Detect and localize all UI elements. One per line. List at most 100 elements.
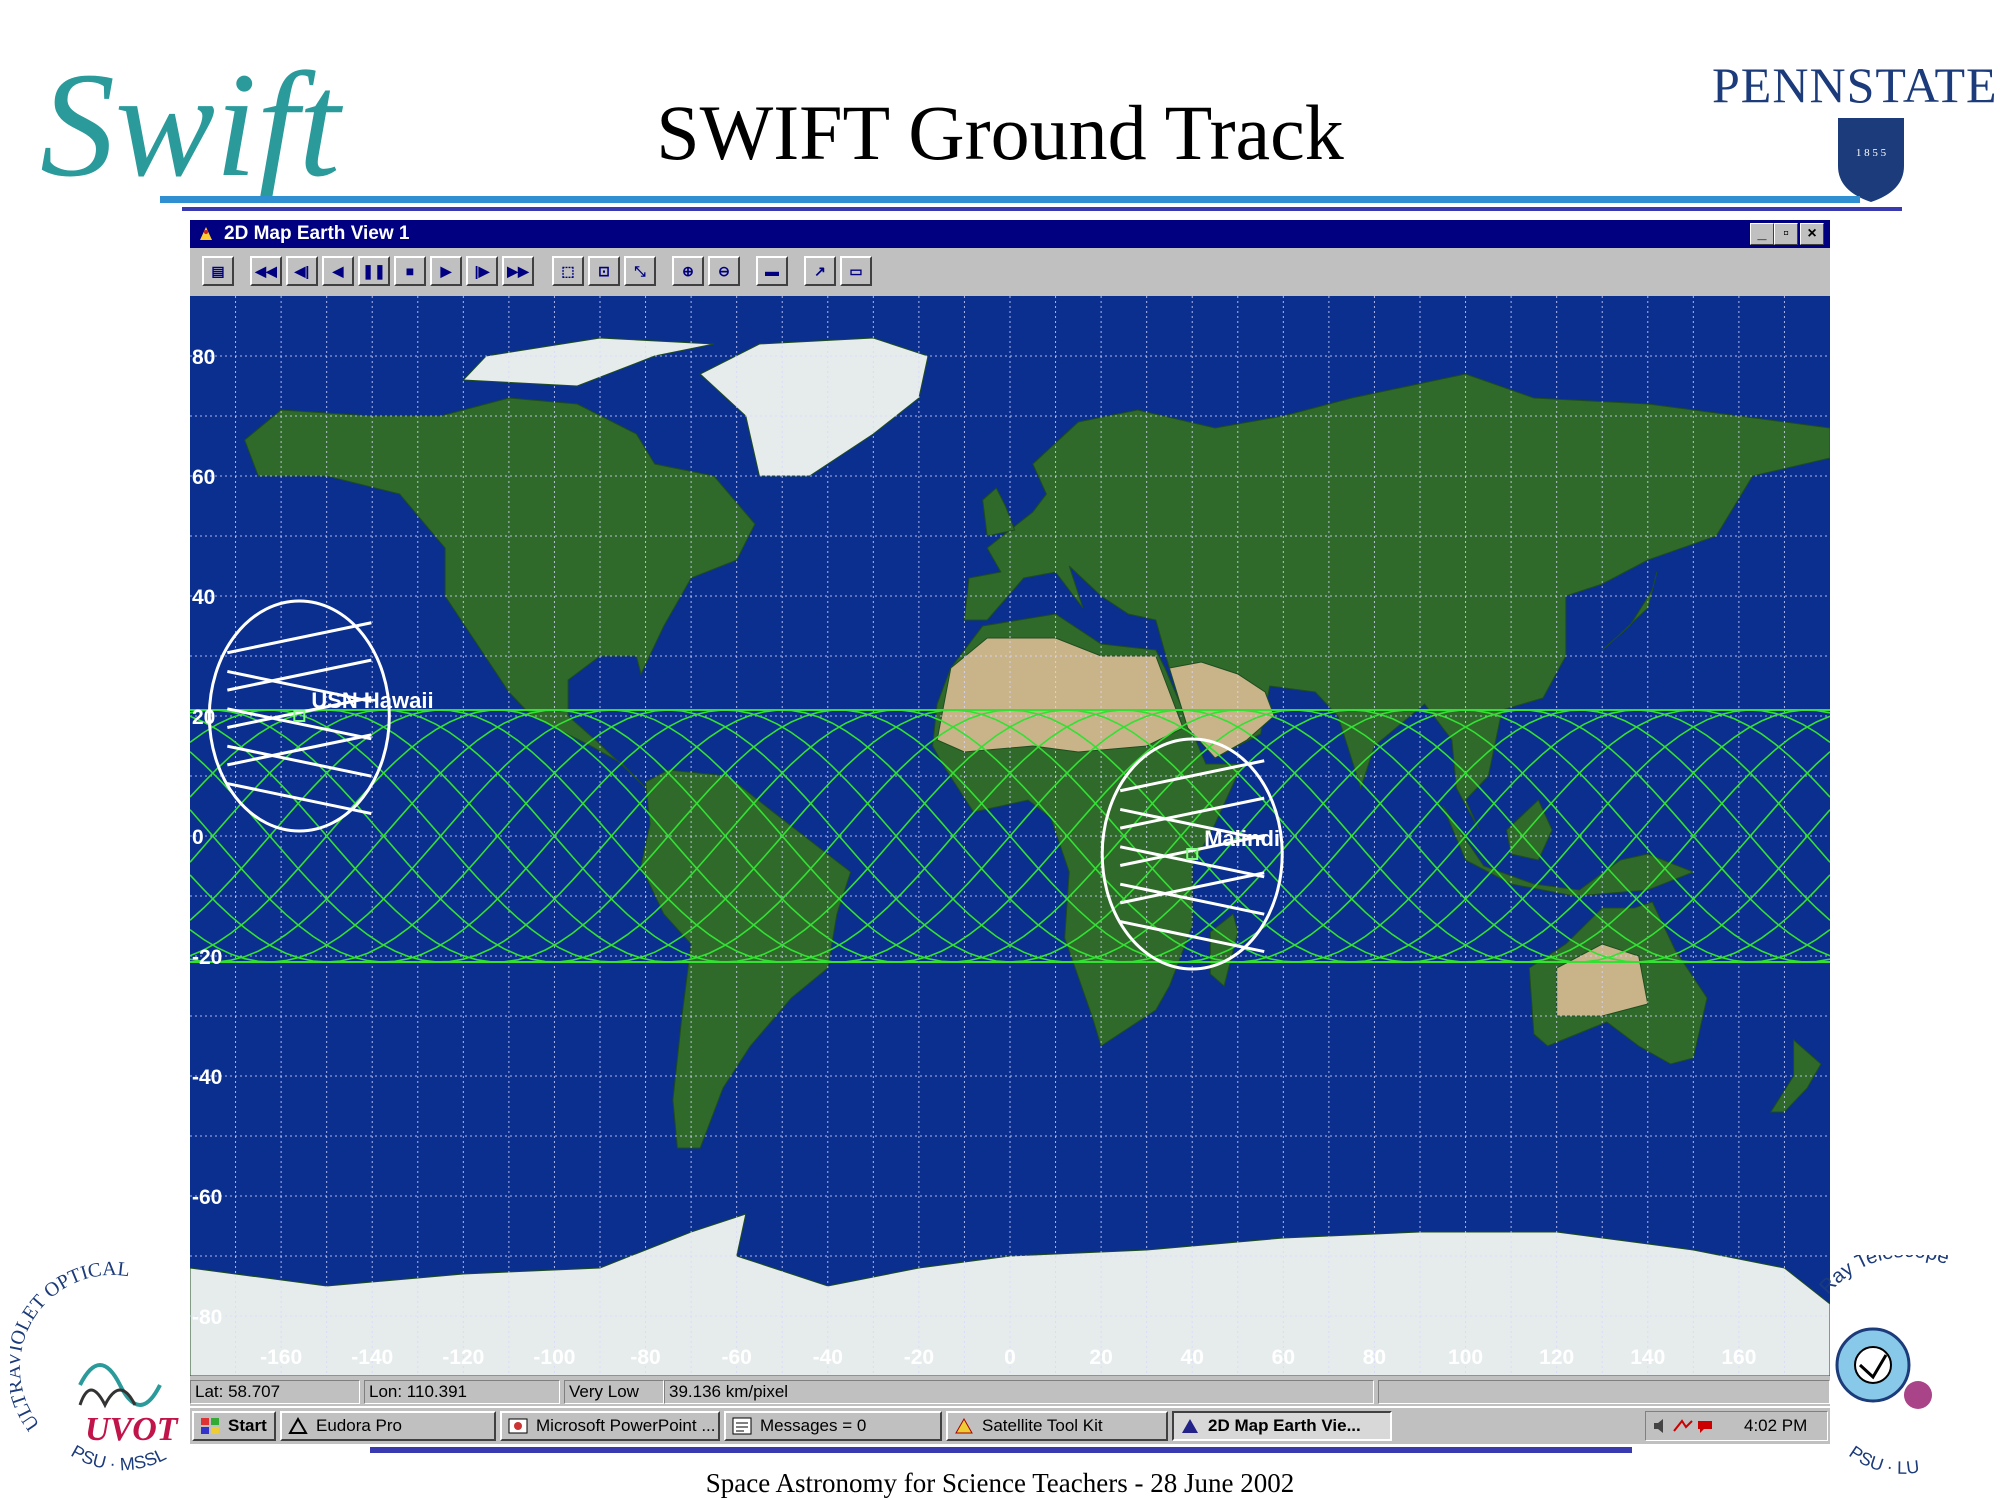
- step-forward-icon: |▶: [474, 263, 490, 279]
- tray-icons[interactable]: [1652, 1417, 1714, 1435]
- svg-text:PSU · LU: PSU · LU: [1846, 1442, 1921, 1475]
- pause-button[interactable]: ❚❚: [358, 256, 390, 286]
- lon-label: -160: [260, 1346, 302, 1369]
- earth-map[interactable]: USN Hawaii Malindi 80 60 40 20 0 -20 -40 -60 -80 -1…: [190, 296, 1830, 1376]
- play-button[interactable]: ▶: [430, 256, 462, 286]
- fast-forward-icon: ▶▶: [507, 263, 529, 279]
- app-icon: [200, 227, 212, 240]
- task-label: Satellite Tool Kit: [982, 1416, 1103, 1435]
- zoom-out-button[interactable]: ⊖: [708, 256, 740, 286]
- window-title: 2D Map Earth View 1: [224, 223, 410, 244]
- zoom-region-button[interactable]: ⬚: [552, 256, 584, 286]
- step-back-button[interactable]: ◀|: [286, 256, 318, 286]
- window-titlebar[interactable]: 2D Map Earth View 1 _ ▫ ×: [190, 220, 1830, 248]
- volume-icon: [1654, 1419, 1663, 1433]
- eudora-icon: [288, 1417, 308, 1434]
- play-reverse-icon: ◀: [332, 263, 344, 279]
- zoom-reset-button[interactable]: ⤡: [624, 256, 656, 286]
- lon-label: 120: [1539, 1346, 1574, 1369]
- taskbar: Start Eudora Pro Microsoft PowerPoint ..…: [190, 1408, 1830, 1444]
- lon-label: -120: [442, 1346, 484, 1369]
- header-rule: [160, 196, 1860, 203]
- lon-label: -40: [813, 1346, 843, 1369]
- status-empty-pane: [1378, 1380, 1830, 1404]
- play-reverse-button[interactable]: ◀: [322, 256, 354, 286]
- lon-label: -100: [533, 1346, 575, 1369]
- zoom-reset-icon: ⤡: [634, 263, 646, 279]
- step-back-icon: ◀|: [294, 263, 310, 279]
- footer-rule: [370, 1447, 1632, 1453]
- animation-button[interactable]: ↗: [804, 256, 836, 286]
- lon-label: 20: [1089, 1346, 1112, 1369]
- map-view-icon: [1182, 1419, 1198, 1433]
- uvot-ring-text: ULTRAVIOLET OPTICAL: [10, 1258, 131, 1435]
- svg-text:Ray Telescope: Ray Telescope: [1815, 1255, 1952, 1298]
- penn-state-shield-logo: 1 8 5 5: [1838, 118, 1904, 202]
- close-button[interactable]: ×: [1800, 223, 1824, 245]
- chat-icon: [1698, 1421, 1712, 1433]
- properties-icon: ▬: [765, 263, 779, 279]
- lon-label: 60: [1272, 1346, 1295, 1369]
- zoom-in-icon: ⊕: [682, 263, 694, 279]
- clock: 4:02 PM: [1744, 1416, 1808, 1435]
- slide-footer: Space Astronomy for Science Teachers - 2…: [705, 1468, 1295, 1498]
- status-lon: Lon: 110.391: [364, 1380, 560, 1404]
- stop-button[interactable]: ■: [394, 256, 426, 286]
- stk-icon: [955, 1417, 973, 1434]
- xrt-logo: Ray Telescope PSU · LU: [1815, 1255, 1952, 1475]
- zoom-out-icon: ⊖: [718, 263, 730, 279]
- lon-label: -20: [904, 1346, 934, 1369]
- xrt-ring-text: Ray Telescope: [1815, 1255, 1952, 1298]
- slide-title: SWIFT Ground Track: [656, 89, 1344, 176]
- lon-label: 40: [1181, 1346, 1204, 1369]
- zoom-center-button[interactable]: ⊡: [588, 256, 620, 286]
- lat-label: 20: [192, 706, 215, 729]
- lon-label: 80: [1363, 1346, 1386, 1369]
- properties-button[interactable]: ▬: [756, 256, 788, 286]
- lon-label: -60: [721, 1346, 751, 1369]
- minimize-button[interactable]: _: [1750, 223, 1774, 245]
- task-satellite-tool-kit[interactable]: Satellite Tool Kit: [946, 1411, 1168, 1441]
- lat-label: 60: [192, 466, 215, 489]
- uvot-logo: ULTRAVIOLET OPTICAL PSU · MSSL UVOT: [10, 1258, 179, 1475]
- lat-label: -20: [192, 946, 222, 969]
- animation-icon: ↗: [814, 263, 826, 279]
- task-powerpoint[interactable]: Microsoft PowerPoint ...: [500, 1411, 720, 1441]
- task-label: Eudora Pro: [316, 1416, 402, 1435]
- zoom-center-icon: ⊡: [598, 263, 610, 279]
- fast-forward-button[interactable]: ▶▶: [502, 256, 534, 286]
- header-rule-secondary: [182, 207, 1902, 211]
- step-forward-button[interactable]: |▶: [466, 256, 498, 286]
- uvot-acronym: UVOT: [85, 1411, 179, 1448]
- station-label: Malindi: [1204, 826, 1280, 851]
- task-label: Messages = 0: [760, 1416, 867, 1435]
- lon-label: -140: [351, 1346, 393, 1369]
- task-label: Microsoft PowerPoint ...: [536, 1416, 716, 1435]
- psu-year: 1 8 5 5: [1856, 147, 1887, 159]
- folder-button[interactable]: ▭: [840, 256, 872, 286]
- penn-state-wordmark: PENNSTATE: [1712, 57, 1998, 113]
- play-icon: ▶: [440, 263, 452, 279]
- restore-button[interactable]: ▫: [1774, 223, 1798, 245]
- powerpoint-icon: [508, 1418, 528, 1434]
- task-2d-map-earth-view[interactable]: 2D Map Earth Vie...: [1172, 1411, 1392, 1441]
- print-button[interactable]: ▤: [202, 256, 234, 286]
- zoom-region-icon: ⬚: [561, 263, 575, 279]
- status-detail-level: Very Low: [564, 1380, 664, 1404]
- stop-icon: ■: [405, 263, 415, 279]
- rewind-fast-button[interactable]: ◀◀: [250, 256, 282, 286]
- zoom-in-button[interactable]: ⊕: [672, 256, 704, 286]
- lat-label: -60: [192, 1186, 222, 1209]
- map-window: 2D Map Earth View 1 _ ▫ × ▤ ◀◀ ◀| ◀ ❚❚ ■ ▶ |▶ ▶▶…: [190, 220, 1830, 1388]
- lat-label: 40: [192, 586, 215, 609]
- task-messages[interactable]: Messages = 0: [724, 1411, 942, 1441]
- status-bar: Lat: 58.707 Lon: 110.391 Very Low 39.136…: [190, 1378, 1830, 1406]
- status-scale: 39.136 km/pixel: [664, 1380, 1374, 1404]
- start-label: Start: [228, 1416, 267, 1435]
- lat-label: 80: [192, 346, 215, 369]
- print-icon: ▤: [211, 263, 225, 279]
- folder-icon: ▭: [849, 263, 863, 279]
- messages-icon: [732, 1417, 752, 1435]
- lon-label: -80: [630, 1346, 660, 1369]
- task-eudora[interactable]: Eudora Pro: [280, 1411, 496, 1441]
